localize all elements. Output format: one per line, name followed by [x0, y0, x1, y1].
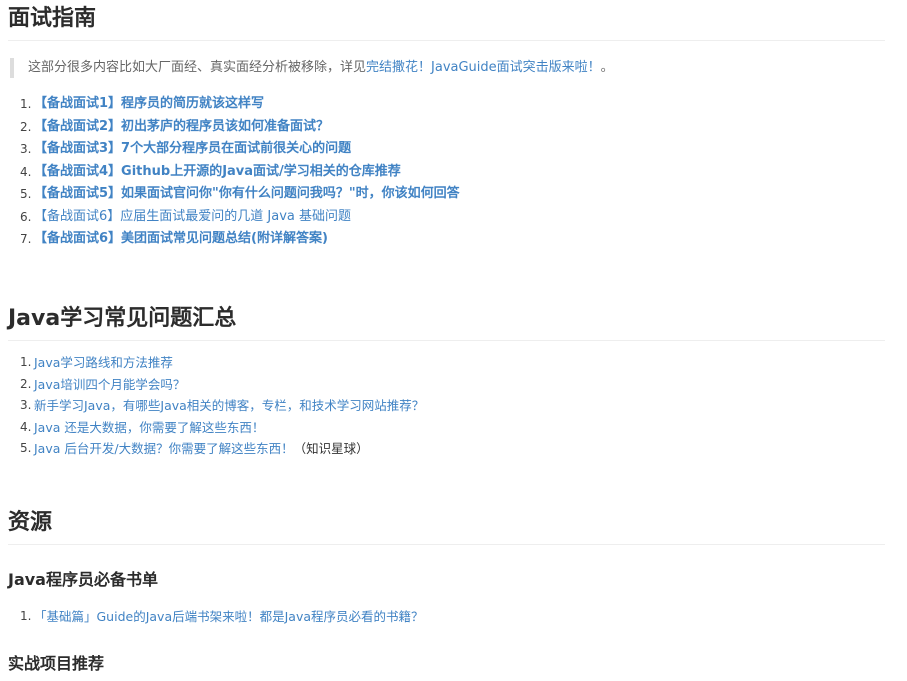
list-item: 4. 【备战面试4】Github上开源的Java面试/学习相关的仓库推荐 [20, 161, 907, 184]
list-item: 1. 【备战面试1】程序员的简历就该这样写 [20, 93, 907, 116]
note-link[interactable]: 完结撒花！JavaGuide面试突击版来啦！ [366, 60, 601, 75]
list-link[interactable]: Java 还是大数据，你需要了解这些东西！ [34, 420, 264, 435]
list-number: 6. [20, 209, 32, 224]
note-suffix: 。 [600, 60, 614, 75]
list-number: 1. [20, 97, 32, 111]
list-link[interactable]: 【备战面试6】美团面试常见问题总结(附详解答案) [34, 231, 328, 246]
list-link[interactable]: 【备战面试4】Github上开源的Java面试/学习相关的仓库推荐 [34, 164, 401, 179]
list-number: 2. [20, 119, 32, 134]
list-link[interactable]: 「基础篇」Guide的Java后端书架来啦！都是Java程序员必看的书籍？ [34, 609, 424, 624]
list-number: 1. [20, 609, 32, 623]
list-number: 1. [20, 355, 32, 369]
list-item: 1. 「基础篇」Guide的Java后端书架来啦！都是Java程序员必看的书籍？ [20, 606, 907, 628]
list-item-suffix: （知识星球） [293, 441, 369, 456]
list-item: 6. 【备战面试6】应届生面试最爱问的几道 Java 基础问题 [20, 206, 907, 229]
list-item: 2. 【备战面试2】初出茅庐的程序员该如何准备面试？ [20, 116, 907, 139]
list-number: 3. [20, 142, 32, 156]
list-item: 5. 【备战面试5】如果面试官问你"你有什么问题问我吗？"时，你该如何回答 [20, 183, 907, 206]
list-link[interactable]: 新手学习Java，有哪些Java相关的博客，专栏，和技术学习网站推荐？ [34, 398, 424, 413]
subheading-booklist: Java程序员必备书单 [8, 570, 158, 589]
interview-guide-list: 1. 【备战面试1】程序员的简历就该这样写 2. 【备战面试2】初出茅庐的程序员该如… [8, 93, 907, 251]
section-heading-java-faq: Java学习常见问题汇总 [8, 304, 885, 341]
list-number: 4. [20, 419, 32, 434]
subheading-projects: 实战项目推荐 [8, 654, 105, 673]
list-link[interactable]: 【备战面试2】初出茅庐的程序员该如何准备面试？ [34, 119, 329, 134]
list-item: 2. Java培训四个月能学会吗？ [20, 374, 907, 396]
note-text: 这部分很多内容比如大厂面经、真实面经分析被移除，详见 [28, 60, 367, 75]
list-item: 4. Java 还是大数据，你需要了解这些东西！ [20, 417, 907, 439]
list-number: 5. [20, 441, 32, 455]
list-number: 4. [20, 164, 32, 179]
list-link[interactable]: 【备战面试6】应届生面试最爱问的几道 Java 基础问题 [34, 209, 351, 224]
list-number: 3. [20, 398, 32, 412]
list-link[interactable]: 【备战面试5】如果面试官问你"你有什么问题问我吗？"时，你该如何回答 [34, 186, 460, 201]
list-item: 1. Java学习路线和方法推荐 [20, 352, 907, 374]
blockquote-note: 这部分很多内容比如大厂面经、真实面经分析被移除，详见完结撒花！JavaGuide… [10, 58, 905, 78]
list-item: 3. 【备战面试3】7个大部分程序员在面试前很关心的问题 [20, 138, 907, 161]
list-link[interactable]: Java学习路线和方法推荐 [34, 355, 173, 370]
list-item: 5. Java 后台开发/大数据？你需要了解这些东西！（知识星球） [20, 438, 907, 460]
list-link[interactable]: 【备战面试1】程序员的简历就该这样写 [34, 96, 264, 111]
list-link[interactable]: Java培训四个月能学会吗？ [34, 377, 185, 392]
list-link[interactable]: 【备战面试3】7个大部分程序员在面试前很关心的问题 [34, 141, 351, 156]
section-heading-resources: 资源 [8, 508, 885, 545]
list-item: 7. 【备战面试6】美团面试常见问题总结(附详解答案) [20, 228, 907, 251]
java-faq-list: 1. Java学习路线和方法推荐 2. Java培训四个月能学会吗？ 3. 新手学习J… [8, 352, 907, 460]
section-heading-interview-guide: 面试指南 [8, 4, 885, 41]
booklist-list: 1. 「基础篇」Guide的Java后端书架来啦！都是Java程序员必看的书籍？ [8, 606, 907, 628]
document-page: 面试指南 这部分很多内容比如大厂面经、真实面经分析被移除，详见完结撒花！Java… [0, 0, 907, 681]
list-number: 7. [20, 232, 32, 246]
list-number: 2. [20, 376, 32, 391]
list-link[interactable]: Java 后台开发/大数据？你需要了解这些东西！ [34, 441, 294, 456]
list-item: 3. 新手学习Java，有哪些Java相关的博客，专栏，和技术学习网站推荐？ [20, 395, 907, 417]
list-number: 5. [20, 187, 32, 201]
